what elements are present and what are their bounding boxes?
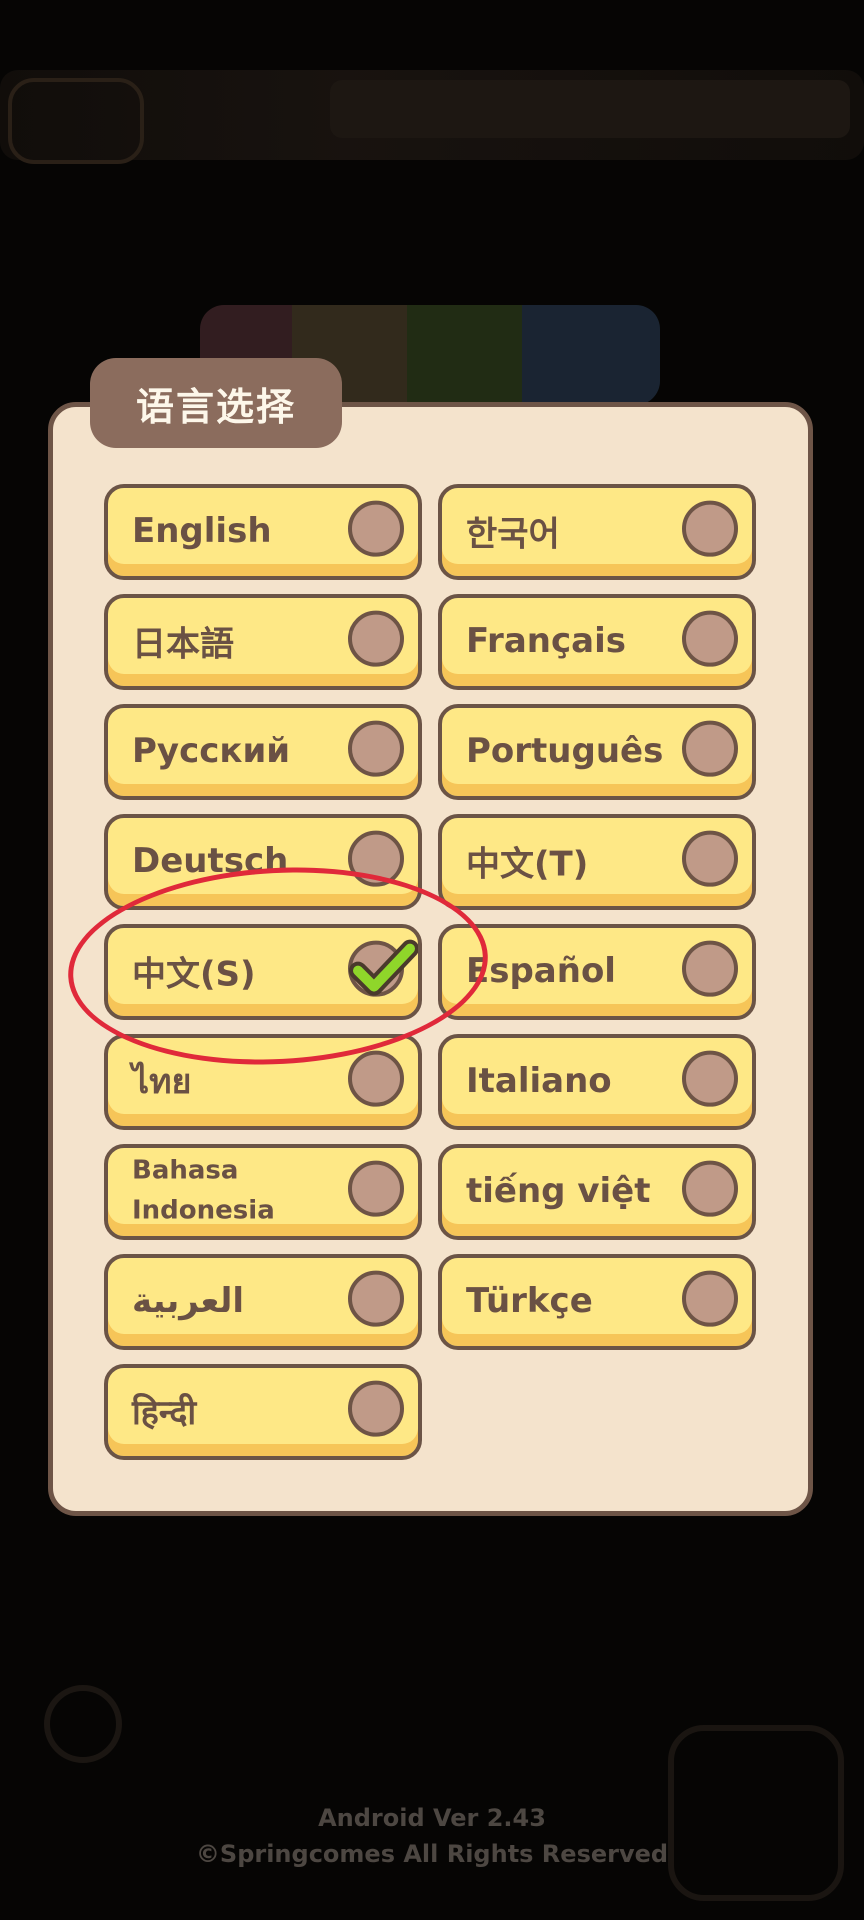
dialog-title: 语言选择 — [135, 384, 296, 429]
language-label: Português — [466, 731, 664, 772]
language-label: 한국어 — [466, 514, 560, 555]
language-option[interactable]: Türkçe — [438, 1254, 756, 1350]
language-label: English — [132, 511, 272, 552]
radio-unselected[interactable] — [348, 610, 404, 667]
radio-unselected[interactable] — [682, 1160, 738, 1217]
radio-unselected[interactable] — [348, 1270, 404, 1327]
language-option[interactable]: 한국어 — [438, 484, 756, 580]
radio-unselected[interactable] — [348, 830, 404, 887]
language-option[interactable]: English — [104, 484, 422, 580]
radio-unselected[interactable] — [348, 1380, 404, 1437]
radio-unselected[interactable] — [348, 720, 404, 777]
radio-unselected[interactable] — [682, 940, 738, 997]
language-label: 中文(S) — [132, 954, 256, 995]
version-text: Android Ver 2.43 — [318, 1804, 546, 1832]
language-label: Français — [466, 621, 626, 662]
background-back-button — [8, 78, 144, 164]
language-label: 日本語 — [132, 624, 234, 665]
radio-unselected[interactable] — [348, 1050, 404, 1107]
language-option[interactable]: Русский — [104, 704, 422, 800]
language-label: ไทย — [132, 1061, 192, 1102]
language-option[interactable]: Bahasa Indonesia — [104, 1144, 422, 1240]
language-label: Русский — [132, 731, 291, 772]
language-option[interactable]: Português — [438, 704, 756, 800]
language-option[interactable]: ไทย — [104, 1034, 422, 1130]
radio-unselected[interactable] — [348, 500, 404, 557]
language-label: हिन्दी — [132, 1393, 197, 1434]
language-option[interactable]: العربية — [104, 1254, 422, 1350]
language-option[interactable]: हिन्दी — [104, 1364, 422, 1460]
language-option[interactable]: 日本語 — [104, 594, 422, 690]
radio-unselected[interactable] — [682, 720, 738, 777]
language-option[interactable]: Italiano — [438, 1034, 756, 1130]
language-option[interactable]: 中文(S) — [104, 924, 422, 1020]
radio-selected[interactable] — [348, 939, 418, 997]
language-label: tiếng việt — [466, 1171, 651, 1212]
radio-unselected[interactable] — [682, 500, 738, 557]
radio-unselected[interactable] — [682, 830, 738, 887]
language-option[interactable]: tiếng việt — [438, 1144, 756, 1240]
language-option[interactable]: Français — [438, 594, 756, 690]
radio-unselected[interactable] — [682, 1050, 738, 1107]
language-label: العربية — [132, 1281, 245, 1322]
background-title-strip — [330, 80, 850, 138]
checkmark-icon — [349, 939, 418, 996]
language-label: Italiano — [466, 1061, 612, 1102]
language-label: Español — [466, 951, 616, 992]
language-option[interactable]: Deutsch — [104, 814, 422, 910]
screen: 语言选择 English 한국어 日本語 Français Русский Portugu… — [0, 0, 864, 1920]
language-option[interactable]: Español — [438, 924, 756, 1020]
dialog-title-tab: 语言选择 — [90, 358, 342, 448]
radio-unselected[interactable] — [682, 610, 738, 667]
background-settings-icon — [44, 1685, 122, 1763]
radio-unselected[interactable] — [348, 1160, 404, 1217]
copyright-text: ©Springcomes All Rights Reserved — [195, 1840, 669, 1868]
footer: Android Ver 2.43 ©Springcomes All Rights… — [0, 1800, 864, 1872]
language-label: 中文(T) — [466, 844, 589, 885]
language-label: Türkçe — [466, 1281, 593, 1322]
language-label: Bahasa Indonesia — [132, 1155, 275, 1226]
language-label: Deutsch — [132, 841, 289, 882]
radio-unselected[interactable] — [682, 1270, 738, 1327]
language-option[interactable]: 中文(T) — [438, 814, 756, 910]
